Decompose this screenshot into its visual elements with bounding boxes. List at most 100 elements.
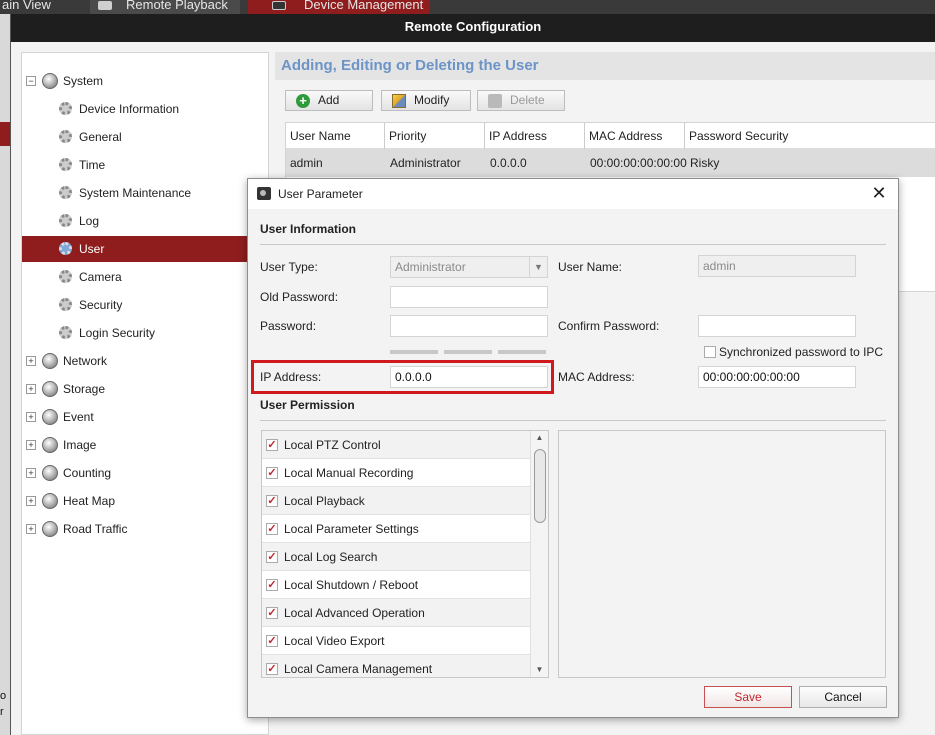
permission-checkbox[interactable]: ✓ [266,523,278,535]
expand-icon[interactable]: + [26,524,36,534]
tree-item-label: Counting [63,466,112,480]
background-tab-bar: ain View Remote Playback Device Manageme… [0,0,935,14]
permission-label: Local Video Export [284,634,385,648]
scrollbar-thumb[interactable] [534,449,546,523]
tree-item-storage[interactable]: + Storage [22,376,268,402]
permission-item[interactable]: ✓ Local Video Export [262,627,530,655]
tree-item-security[interactable]: Security [22,292,268,318]
tree-item-user[interactable]: User [22,236,268,262]
tree-item-label: Log [79,214,100,228]
expand-icon[interactable]: + [26,468,36,478]
permission-checkbox[interactable]: ✓ [266,635,278,647]
tree-item-label: System [63,74,104,88]
scroll-down-icon[interactable]: ▼ [531,663,548,677]
tree-item-label: Road Traffic [63,522,128,536]
password-field[interactable] [390,315,548,337]
globe-icon [42,521,58,537]
old-password-label: Old Password: [260,290,339,304]
tree-item-system-maintenance[interactable]: System Maintenance [22,180,268,206]
tree-item-camera[interactable]: Camera [22,264,268,290]
expand-icon[interactable]: + [26,496,36,506]
tree-item-label: System Maintenance [79,186,192,200]
add-icon: + [296,94,310,108]
cell-priority: Administrator [390,156,461,170]
tree-item-log[interactable]: Log [22,208,268,234]
permission-item[interactable]: ✓ Local PTZ Control [262,431,530,459]
permission-label: Local Shutdown / Reboot [284,578,419,592]
tree-item-label: Time [79,158,106,172]
user-permission-header: User Permission [260,398,355,412]
gear-icon [59,270,72,283]
permission-item[interactable]: ✓ Local Playback [262,487,530,515]
permission-checkbox[interactable]: ✓ [266,607,278,619]
globe-icon [42,493,58,509]
permission-item[interactable]: ✓ Local Shutdown / Reboot [262,571,530,599]
permission-item[interactable]: ✓ Local Advanced Operation [262,599,530,627]
add-button[interactable]: + Add [285,90,373,111]
permission-checkbox[interactable]: ✓ [266,439,278,451]
delete-button[interactable]: Delete [477,90,565,111]
tree-item-heat-map[interactable]: + Heat Map [22,488,268,514]
permission-label: Local Manual Recording [284,466,414,480]
column-header-mac-address[interactable]: MAC Address [584,123,684,149]
tree-item-device-information[interactable]: Device Information [22,96,268,122]
ip-address-label: IP Address: [260,370,322,384]
mac-address-field[interactable]: 00:00:00:00:00:00 [698,366,856,388]
permission-item[interactable]: ✓ Local Camera Management [262,655,530,677]
expand-icon[interactable]: + [26,440,36,450]
tree-item-system[interactable]: − System [22,68,268,94]
column-header-password-security[interactable]: Password Security [684,123,935,149]
tree-item-image[interactable]: + Image [22,432,268,458]
permission-item[interactable]: ✓ Local Parameter Settings [262,515,530,543]
permission-checkbox[interactable]: ✓ [266,467,278,479]
tree-item-road-traffic[interactable]: + Road Traffic [22,516,268,542]
permission-checkbox[interactable]: ✓ [266,495,278,507]
cell-mac-address: 00:00:00:00:00:00 [590,156,687,170]
table-row[interactable]: admin Administrator 0.0.0.0 00:00:00:00:… [286,149,935,177]
scrollbar[interactable]: ▲ ▼ [530,431,548,677]
expand-icon[interactable]: + [26,356,36,366]
permission-item[interactable]: ✓ Local Log Search [262,543,530,571]
gear-icon [59,326,72,339]
user-type-select[interactable]: Administrator ▼ [390,256,548,278]
permission-item[interactable]: ✓ Local Manual Recording [262,459,530,487]
cell-user-name: admin [290,156,323,170]
ip-address-field[interactable]: 0.0.0.0 [390,366,548,388]
tree-item-network[interactable]: + Network [22,348,268,374]
permission-checkbox[interactable]: ✓ [266,579,278,591]
tree-item-general[interactable]: General [22,124,268,150]
close-icon[interactable]: ✕ [868,183,890,205]
cancel-button[interactable]: Cancel [799,686,887,708]
permission-detail-panel [558,430,886,678]
collapse-icon[interactable]: − [26,76,36,86]
sync-password-checkbox[interactable] [704,346,716,358]
permission-checkbox[interactable]: ✓ [266,551,278,563]
old-password-field[interactable] [390,286,548,308]
permission-checkbox[interactable]: ✓ [266,663,278,675]
user-name-field[interactable]: admin [698,255,856,277]
column-header-user-name[interactable]: User Name [286,123,384,149]
tab-remote-playback[interactable]: Remote Playback [90,0,240,14]
tab-main-view[interactable]: ain View [0,0,60,14]
tree-item-event[interactable]: + Event [22,404,268,430]
modify-button[interactable]: Modify [381,90,471,111]
save-button[interactable]: Save [704,686,792,708]
gear-icon [59,102,72,115]
tree-item-time[interactable]: Time [22,152,268,178]
permission-label: Local Camera Management [284,662,433,676]
expand-icon[interactable]: + [26,412,36,422]
tree-item-label: Device Information [79,102,180,116]
tab-remote-playback-label: Remote Playback [126,0,228,12]
scroll-up-icon[interactable]: ▲ [531,431,548,445]
gear-icon [59,298,72,311]
column-header-ip-address[interactable]: IP Address [484,123,584,149]
column-header-priority[interactable]: Priority [384,123,484,149]
tree-item-counting[interactable]: + Counting [22,460,268,486]
confirm-password-field[interactable] [698,315,856,337]
background-edge-text: o [0,690,7,702]
tab-device-management[interactable]: Device Management [248,0,430,14]
cell-ip-address: 0.0.0.0 [490,156,527,170]
tree-item-login-security[interactable]: Login Security [22,320,268,346]
tree-item-label: Storage [63,382,106,396]
expand-icon[interactable]: + [26,384,36,394]
